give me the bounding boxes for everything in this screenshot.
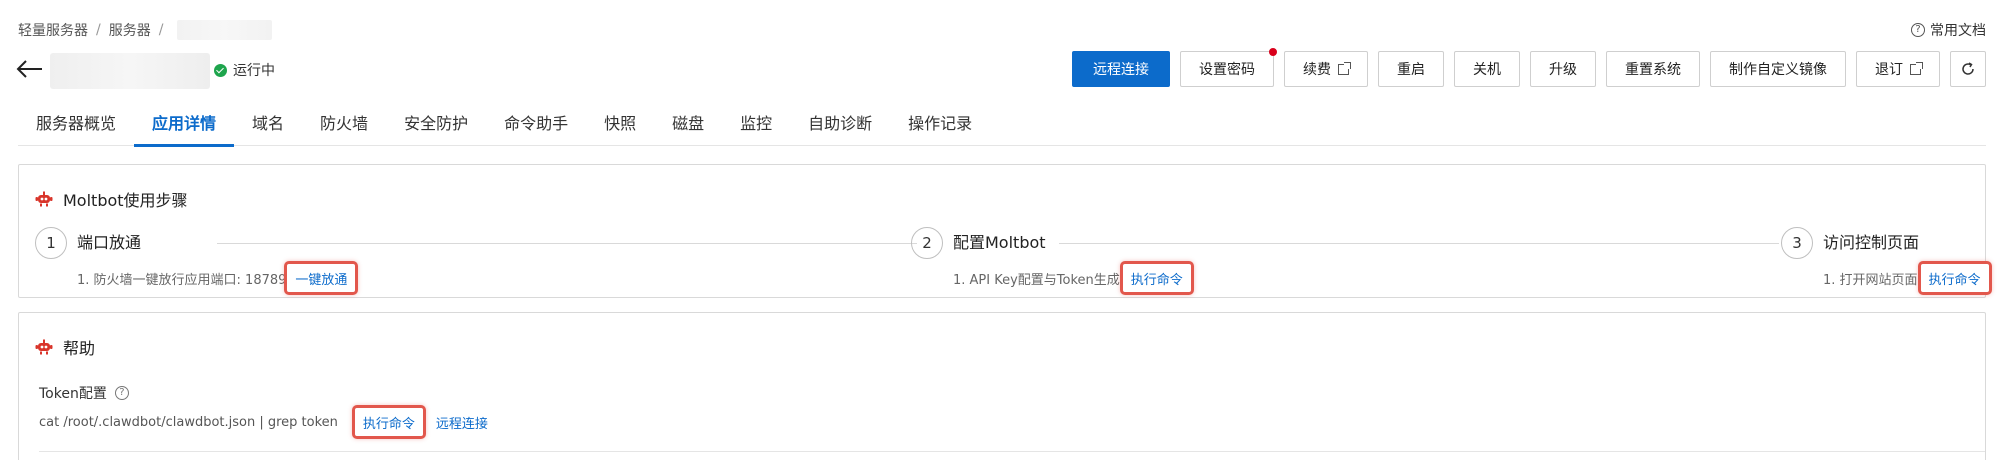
external-link-icon (1338, 61, 1351, 75)
tab-app-details[interactable]: 应用详情 (134, 110, 235, 147)
step-desc-text: 1. 防火墙一键放行应用端口: 18789 (77, 272, 287, 288)
step-desc-text: 1. API Key配置与Token生成 (953, 272, 1120, 288)
moltbot-icon (35, 191, 53, 207)
docs-link[interactable]: ? 常用文档 (1911, 18, 1986, 42)
action-toolbar: 远程连接 设置密码 续费 重启 关机 升级 重置系统 制作自定义镜像 退订 (1072, 48, 1986, 87)
back-arrow-icon[interactable] (14, 54, 46, 84)
access-execute-command-link[interactable]: 执行命令 (1917, 261, 1992, 295)
token-command-text: cat /root/.clawdbot/clawdbot.json | grep… (39, 414, 338, 430)
server-name-redacted (50, 53, 210, 89)
steps-card: Moltbot使用步骤 1 端口放通 1. 防火墙一键放行应用端口: 18789… (18, 164, 1992, 298)
tab-self-diagnosis[interactable]: 自助诊断 (790, 110, 890, 146)
refresh-icon (1962, 62, 1974, 75)
steps-card-title-label: Moltbot使用步骤 (63, 191, 188, 210)
renew-label: 续费 (1303, 62, 1331, 78)
tab-disk[interactable]: 磁盘 (654, 110, 722, 146)
tab-security[interactable]: 安全防护 (386, 110, 486, 146)
breadcrumb-item-servers[interactable]: 服务器 (109, 20, 151, 40)
custom-image-button[interactable]: 制作自定义镜像 (1710, 51, 1846, 87)
docs-link-label: 常用文档 (1930, 23, 1986, 39)
tab-firewall[interactable]: 防火墙 (302, 110, 386, 146)
set-password-label: 设置密码 (1199, 62, 1255, 78)
help-divider (39, 451, 1985, 452)
status-label: 运行中 (233, 63, 275, 79)
tab-domain[interactable]: 域名 (234, 110, 302, 146)
step-desc-text: 1. 打开网站页面 (1823, 272, 1918, 288)
upgrade-button[interactable]: 升级 (1530, 51, 1596, 87)
open-port-link[interactable]: 一键放通 (284, 261, 359, 295)
tab-overview[interactable]: 服务器概览 (18, 110, 134, 146)
tab-bar: 服务器概览 应用详情 域名 防火墙 安全防护 命令助手 快照 磁盘 监控 自助诊… (18, 110, 1986, 147)
step-description: 1. 打开网站页面 执行命令 (1823, 261, 1992, 295)
moltbot-icon (35, 339, 53, 355)
breadcrumb-separator: / (96, 22, 101, 38)
tab-operation-log[interactable]: 操作记录 (890, 110, 990, 146)
step-connector (217, 243, 917, 244)
breadcrumb-item-lighthouse[interactable]: 轻量服务器 (18, 20, 88, 40)
step-2: 2 配置Moltbot 1. API Key配置与Token生成 执行命令 (911, 227, 1194, 295)
tab-snapshot[interactable]: 快照 (586, 110, 654, 146)
step-number: 3 (1781, 227, 1813, 259)
token-remote-connect-link[interactable]: 远程连接 (436, 413, 488, 432)
step-description: 1. API Key配置与Token生成 执行命令 (953, 261, 1194, 295)
help-card-title: 帮助 (35, 335, 95, 359)
step-number: 1 (35, 227, 67, 259)
renew-button[interactable]: 续费 (1284, 51, 1368, 87)
token-config-text: Token配置 (39, 386, 107, 402)
set-password-button[interactable]: 设置密码 (1180, 48, 1277, 87)
step-title: 访问控制页面 (1823, 233, 1920, 252)
steps-card-title: Moltbot使用步骤 (35, 187, 188, 211)
token-execute-command-link[interactable]: 执行命令 (351, 405, 426, 439)
restart-button[interactable]: 重启 (1378, 51, 1444, 87)
token-command-row: cat /root/.clawdbot/clawdbot.json | grep… (39, 405, 488, 439)
tab-command-assistant[interactable]: 命令助手 (486, 110, 586, 146)
check-circle-icon (214, 63, 227, 77)
notification-dot (1269, 48, 1277, 56)
refresh-button[interactable] (1950, 51, 1986, 87)
refund-label: 退订 (1875, 62, 1903, 78)
remote-connect-button[interactable]: 远程连接 (1072, 51, 1170, 87)
breadcrumb-current-redacted (177, 20, 273, 40)
step-connector (1059, 243, 1779, 244)
step-number: 2 (911, 227, 943, 259)
help-card-title-label: 帮助 (63, 339, 96, 358)
help-circle-icon: ? (1911, 23, 1925, 37)
shutdown-button[interactable]: 关机 (1454, 51, 1520, 87)
external-link-icon (1910, 61, 1923, 75)
breadcrumb-separator: / (158, 22, 164, 38)
status-badge: 运行中 (214, 59, 275, 81)
help-circle-icon[interactable]: ? (114, 386, 129, 400)
breadcrumb: 轻量服务器 / 服务器 / (18, 18, 273, 42)
step-1: 1 端口放通 1. 防火墙一键放行应用端口: 18789 一键放通 (35, 227, 359, 295)
help-card: 帮助 Token配置 ? cat /root/.clawdbot/clawdbo… (18, 312, 1986, 460)
configure-execute-command-link[interactable]: 执行命令 (1119, 261, 1194, 295)
token-config-label: Token配置 ? (39, 383, 129, 403)
reset-system-button[interactable]: 重置系统 (1606, 51, 1700, 87)
refund-button[interactable]: 退订 (1856, 51, 1940, 87)
step-3: 3 访问控制页面 1. 打开网站页面 执行命令 (1781, 227, 1992, 295)
step-description: 1. 防火墙一键放行应用端口: 18789 一键放通 (77, 261, 359, 295)
tab-monitoring[interactable]: 监控 (722, 110, 790, 146)
